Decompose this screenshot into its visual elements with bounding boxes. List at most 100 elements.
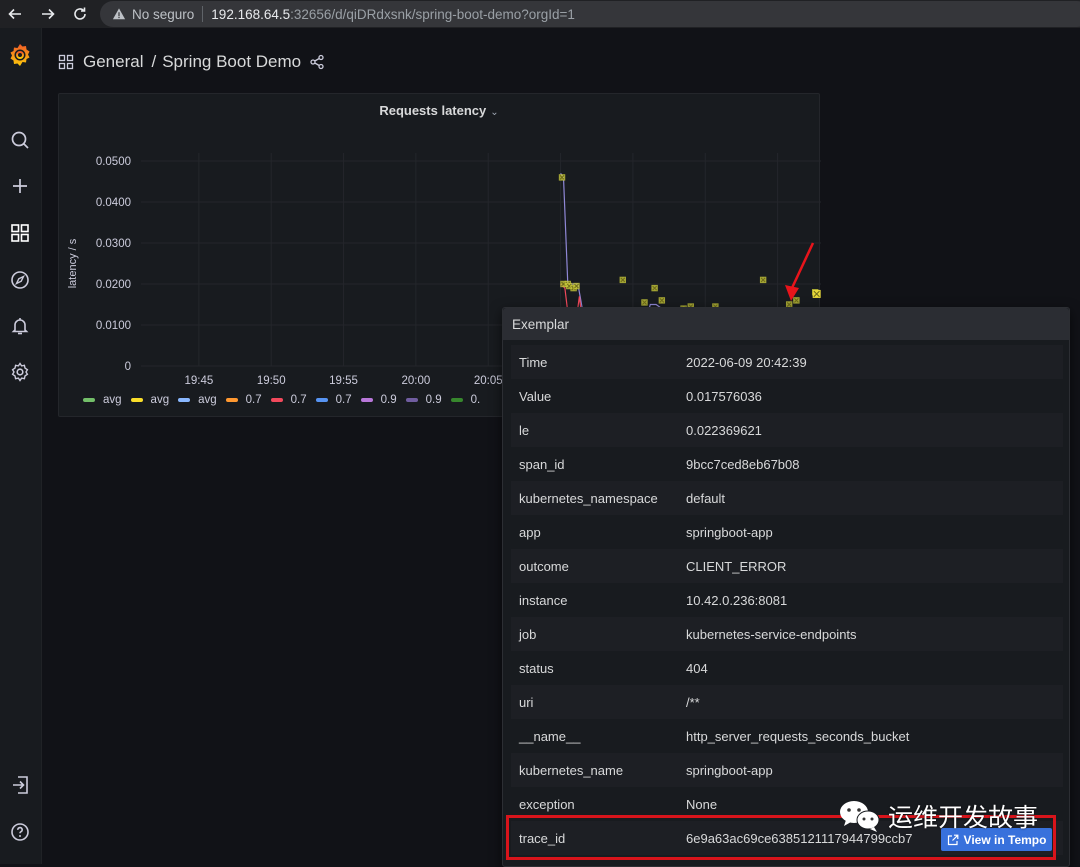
search-icon[interactable] (8, 128, 32, 152)
back-button[interactable] (0, 0, 30, 28)
legend-swatch (83, 398, 95, 402)
sign-in-icon[interactable] (8, 773, 32, 797)
alerting-bell-icon[interactable] (8, 314, 32, 338)
y-tick-label: 0.0100 (96, 320, 131, 332)
plus-icon[interactable] (8, 174, 32, 198)
exemplar-row-le: le 0.022369621 (511, 413, 1063, 447)
address-bar[interactable]: No seguro 192.168.64.5:32656/d/qiDRdxsnk… (100, 1, 1080, 27)
legend-item[interactable]: 0.7 (270, 394, 307, 406)
exemplar-value: 0.017576036 (686, 388, 762, 404)
exemplar-row-span-id: span_id 9bcc7ced8eb67b08 (511, 447, 1063, 481)
exemplar-key: outcome (519, 558, 569, 574)
legend-label: 0.7 (245, 394, 262, 406)
watermark-text: 运维开发故事 (888, 803, 1039, 832)
legend-swatch (405, 398, 418, 402)
y-tick-label: 0.0300 (96, 238, 131, 250)
legend-item[interactable]: 0.7 (315, 394, 352, 406)
dashboards-icon[interactable] (8, 221, 32, 245)
exemplar-value: default (686, 490, 726, 506)
y-axis-label: latency / s (67, 238, 79, 288)
legend-swatch (360, 398, 373, 402)
warning-icon (112, 8, 126, 20)
exemplar-value: springboot-app (686, 762, 773, 778)
exemplar-row-value: Value 0.017576036 (511, 379, 1063, 413)
exemplar-table: Time 2022-06-09 20:42:39 Value 0.017576036 l… (511, 345, 1063, 855)
legend-item[interactable]: 0.9 (405, 394, 442, 406)
breadcrumb: General / Spring Boot Demo (58, 50, 325, 74)
legend-label: 0.9 (380, 394, 397, 406)
legend-label: 0.9 (425, 394, 442, 406)
y-tick-label: 0.0400 (96, 197, 131, 209)
help-icon[interactable] (8, 820, 32, 844)
share-icon[interactable] (309, 54, 325, 70)
browser-toolbar: No seguro 192.168.64.5:32656/d/qiDRdxsnk… (0, 0, 1080, 28)
exemplar-key: Time (519, 354, 548, 370)
exemplar-key: span_id (519, 456, 565, 472)
reload-button[interactable] (65, 0, 95, 28)
legend-swatch (225, 398, 238, 402)
legend-item[interactable]: avg (83, 394, 122, 406)
exemplar-value: http_server_requests_seconds_bucket (686, 728, 910, 744)
exemplar-key: kubernetes_name (519, 762, 624, 778)
legend-item[interactable]: 0.9 (360, 394, 397, 406)
legend-item[interactable]: 0. (450, 394, 481, 406)
breadcrumb-folder[interactable]: General (83, 52, 143, 72)
exemplar-key: __name__ (519, 728, 581, 744)
exemplar-row-time: Time 2022-06-09 20:42:39 (511, 345, 1063, 379)
legend-item[interactable]: avg (178, 394, 217, 406)
exemplar-row-outcome: outcome CLIENT_ERROR (511, 549, 1063, 583)
exemplar-key: Value (519, 388, 552, 404)
explore-compass-icon[interactable] (8, 268, 32, 292)
url-path: :32656/d/qiDRdxsnk/spring-boot-demo?orgI… (290, 6, 575, 22)
arrow-right-icon (42, 8, 55, 20)
exemplar-key: instance (519, 592, 568, 608)
legend-item[interactable]: 0.7 (225, 394, 262, 406)
exemplar-key: kubernetes_namespace (519, 490, 658, 506)
page-title[interactable]: Spring Boot Demo (162, 52, 301, 72)
address-separator (202, 6, 204, 22)
x-tick-label: 19:55 (329, 375, 358, 387)
exemplar-row-kubernetes-namespace: kubernetes_namespace default (511, 481, 1063, 515)
legend-label: 0. (470, 394, 481, 406)
exemplar-row-status: status 404 (511, 651, 1063, 685)
arrow-left-icon (8, 8, 21, 20)
forward-button[interactable] (33, 0, 63, 28)
reload-icon (74, 7, 86, 20)
watermark: 运维开发故事 (838, 798, 1038, 834)
legend-label: avg (150, 394, 170, 406)
exemplar-row-uri: uri /** (511, 685, 1063, 719)
exemplar-key: job (519, 626, 537, 642)
exemplar-value: 10.42.0.236:8081 (686, 592, 788, 608)
exemplar-value: kubernetes-service-endpoints (686, 626, 857, 642)
exemplar-value: /** (686, 694, 700, 710)
exemplar-value: 0.022369621 (686, 422, 762, 438)
exemplar-row-name: __name__ http_server_requests_seconds_buc… (511, 719, 1063, 753)
dashboards-icon (58, 54, 74, 70)
grafana-logo-icon[interactable] (7, 42, 33, 68)
x-tick-label: 20:00 (402, 375, 431, 387)
legend-label: avg (103, 394, 122, 406)
y-tick-label: 0 (125, 361, 131, 373)
legend-swatch (315, 398, 328, 402)
external-link-icon (947, 834, 958, 845)
wechat-icon (840, 801, 880, 832)
legend-item[interactable]: avg (130, 394, 170, 406)
exemplar-title: Exemplar (503, 308, 1069, 340)
view-in-tempo-label: View in Tempo (963, 832, 1047, 847)
x-tick-label: 19:45 (184, 375, 213, 387)
exemplar-key: uri (519, 694, 534, 710)
exemplar-row-instance: instance 10.42.0.236:8081 (511, 583, 1063, 617)
y-tick-label: 0.0200 (96, 279, 131, 291)
legend-swatch (130, 398, 143, 402)
chart-legend: avg avg avg 0.7 0.7 0.7 0.9 0.9 0. (83, 394, 489, 406)
exemplar-row-job: job kubernetes-service-endpoints (511, 617, 1063, 651)
exemplar-tooltip: Exemplar Time 2022-06-09 20:42:39 Value 0.0… (502, 307, 1070, 867)
exemplar-row-app: app springboot-app (511, 515, 1063, 549)
annotation-arrow-icon (785, 242, 815, 301)
security-label: No seguro (132, 6, 195, 22)
exemplar-value: 2022-06-09 20:42:39 (686, 354, 807, 370)
exemplar-key: status (519, 660, 554, 676)
exemplar-value: 404 (686, 660, 708, 676)
settings-gear-icon[interactable] (8, 360, 32, 384)
exemplar-value: CLIENT_ERROR (686, 558, 787, 574)
